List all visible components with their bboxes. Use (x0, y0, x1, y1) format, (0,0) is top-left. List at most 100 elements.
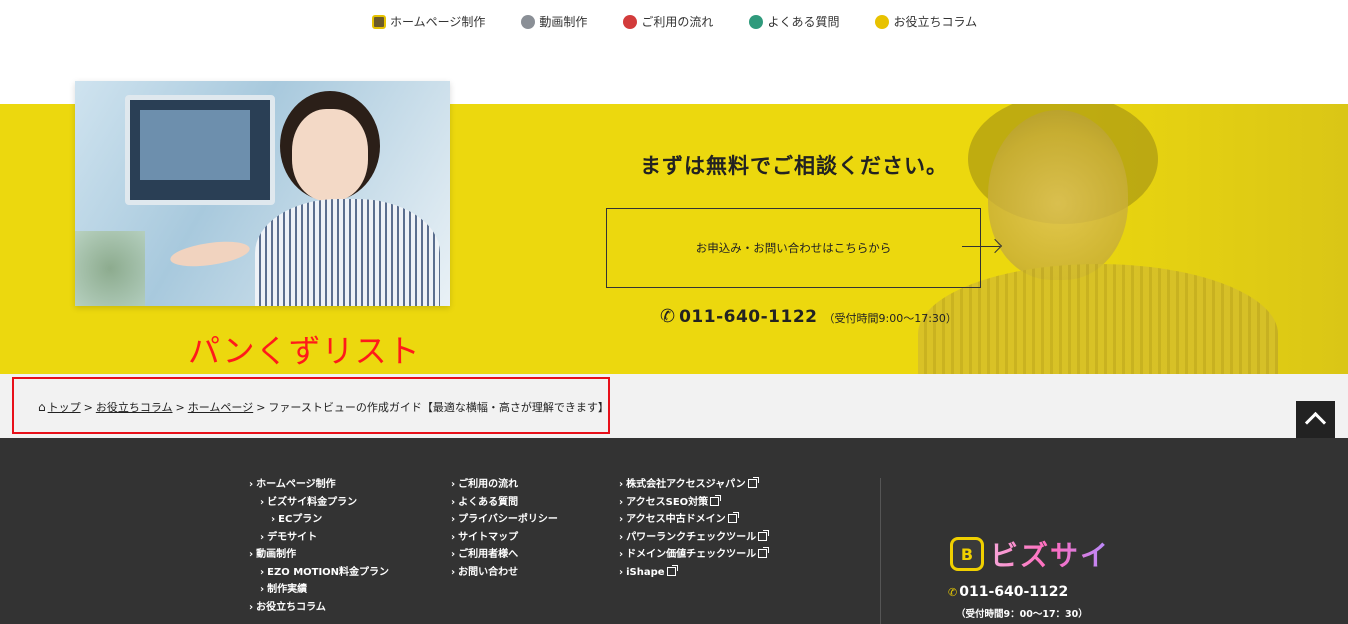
chevron-right-icon: › (619, 496, 624, 508)
footer-external-link[interactable]: › アクセス中古ドメイン (619, 511, 767, 529)
footer-link-label: よくある質問 (458, 496, 519, 508)
footer-link[interactable]: › ビズサイ料金プラン (249, 494, 389, 512)
footer-link[interactable]: › ホームページ制作 (249, 476, 389, 494)
footer-link[interactable]: › 制作実績 (249, 581, 389, 599)
external-link-icon (747, 477, 759, 488)
annotation-label: パンくずリスト (188, 332, 421, 370)
chevron-right-icon: › (619, 566, 624, 578)
nav-item-homepage[interactable]: ホームページ制作 (372, 13, 485, 30)
flow-icon (623, 14, 638, 29)
footer-external-link[interactable]: › パワーランクチェックツール (619, 529, 770, 547)
footer-phone[interactable]: ✆ 011-640-1122 (948, 584, 1068, 600)
nav-item-faq[interactable]: よくある質問 (749, 13, 839, 30)
footer-link[interactable]: › 動画制作 (249, 546, 389, 564)
phone-icon: ✆ (660, 306, 676, 327)
footer-external-link[interactable]: › ドメイン価値チェックツール (619, 546, 770, 564)
breadcrumb-separator: > (83, 400, 93, 414)
footer-external-link[interactable]: › アクセスSEO対策 (619, 494, 767, 512)
chevron-right-icon: › (260, 496, 265, 508)
back-to-top-button[interactable] (1296, 401, 1335, 438)
footer-link[interactable]: › サイトマップ (451, 529, 558, 547)
external-link-icon (758, 529, 770, 541)
chevron-right-icon: › (260, 584, 265, 595)
chevron-right-icon: › (451, 531, 456, 543)
chevron-right-icon: › (451, 496, 456, 508)
footer-link[interactable]: › ECプラン (249, 511, 389, 529)
reception-hours: （受付時間9:00～17:30） (823, 312, 957, 325)
nav-list: ホームページ制作 動画制作 ご利用の流れ よくある質問 お役立ちコラム (372, 13, 977, 30)
chevron-right-icon: › (619, 531, 624, 543)
chevron-right-icon: › (249, 479, 254, 490)
footer-link-label: アクセスSEO対策 (626, 496, 709, 508)
footer-link-label: お役立ちコラム (256, 601, 326, 613)
footer-info-list: › ご利用の流れ › よくある質問 › プライバシーポリシー › サイトマップ › ご利用者様へ ›… (451, 476, 558, 581)
footer-divider (880, 478, 881, 624)
footer-external-list: › 株式会社アクセスジャパン › アクセスSEO対策 › アクセス中古ドメイン › パワーラン… (619, 476, 770, 582)
bg-face-shape (988, 110, 1128, 280)
arrow-right-icon (962, 246, 1000, 247)
chevron-right-icon: › (451, 549, 456, 560)
home-icon: ⌂ (38, 400, 46, 414)
footer-link[interactable]: › デモサイト (249, 529, 389, 547)
footer-link[interactable]: › ご利用の流れ (451, 476, 558, 494)
footer-link[interactable]: › プライバシーポリシー (451, 511, 558, 529)
homepage-icon (372, 14, 386, 29)
chevron-right-icon: › (619, 479, 624, 490)
footer-link-label: お問い合わせ (458, 566, 519, 578)
footer-external-link[interactable]: › iShape (619, 564, 767, 582)
chevron-right-icon: › (249, 549, 254, 560)
footer-link-label: ECプラン (278, 514, 323, 525)
nav-item-video[interactable]: 動画制作 (521, 13, 587, 30)
footer-link[interactable]: › お役立ちコラム (249, 599, 389, 617)
breadcrumb: ⌂ トップ > お役立ちコラム > ホームページ > ファーストビューの作成ガイ… (38, 399, 609, 415)
footer-link-label: ご利用の流れ (458, 479, 519, 490)
footer-link[interactable]: › お問い合わせ (451, 564, 558, 582)
footer-hours: （受付時間9：00～17：30） (956, 609, 1088, 620)
chevron-right-icon: › (451, 514, 456, 525)
footer-link-label: サイトマップ (458, 531, 519, 543)
breadcrumb-top-link[interactable]: トップ (48, 399, 81, 415)
logo-badge: B (950, 537, 984, 571)
plant-shape (75, 231, 145, 306)
footer-services-list: › ホームページ制作 › ビズサイ料金プラン › ECプラン › デモサイト › 動画制作 › EZO… (249, 476, 389, 616)
footer-external-link[interactable]: › 株式会社アクセスジャパン (619, 476, 767, 494)
footer-link-label: 制作実績 (267, 584, 308, 595)
operator-face (292, 109, 368, 201)
footer: › ホームページ制作 › ビズサイ料金プラン › ECプラン › デモサイト › 動画制作 › EZO… (0, 438, 1348, 624)
footer-link-label: iShape (626, 566, 665, 578)
footer-link[interactable]: › よくある質問 (451, 494, 558, 512)
faq-icon (749, 14, 764, 29)
nav-label: ホームページ制作 (390, 15, 486, 29)
monitor-shape (125, 95, 275, 205)
footer-link-label: ドメイン価値チェックツール (626, 549, 757, 560)
footer-link-label: デモサイト (267, 531, 318, 543)
contact-button-label: お申込み・お問い合わせはこちらから (695, 241, 892, 255)
footer-link-label: 株式会社アクセスジャパン (626, 479, 746, 490)
chevron-right-icon: › (249, 601, 254, 613)
breadcrumb-current: ファーストビューの作成ガイド【最適な横幅・高さが理解できます】 (268, 401, 609, 414)
footer-link[interactable]: › EZO MOTION料金プラン (249, 564, 389, 582)
breadcrumb-separator: > (256, 400, 266, 414)
footer-link-label: プライバシーポリシー (458, 514, 558, 525)
footer-link-label: EZO MOTION料金プラン (267, 566, 390, 578)
external-link-icon (710, 494, 722, 506)
nav-label: お役立ちコラム (893, 15, 978, 29)
external-link-icon (666, 564, 678, 576)
phone-number: 011-640-1122 (679, 307, 818, 327)
nav-item-flow[interactable]: ご利用の流れ (623, 13, 713, 30)
footer-link-label: パワーランクチェックツール (626, 531, 757, 543)
external-link-icon (727, 512, 739, 523)
contact-button[interactable]: お申込み・お問い合わせはこちらから (606, 208, 981, 288)
nav-label: よくある質問 (767, 15, 840, 29)
column-icon (875, 14, 890, 29)
external-link-icon (758, 547, 770, 558)
chevron-right-icon: › (451, 479, 456, 490)
hero-heading: まずは無料でご相談ください。 (640, 154, 948, 178)
breadcrumb-category-link[interactable]: ホームページ (188, 399, 253, 415)
footer-link[interactable]: › ご利用者様へ (451, 546, 558, 564)
chevron-right-icon: › (451, 566, 456, 578)
bizsai-logo[interactable]: B ビズサイ (950, 534, 1110, 574)
hero-phone[interactable]: ✆ 011-640-1122 （受付時間9:00～17:30） (660, 306, 957, 327)
nav-item-column[interactable]: お役立ちコラム (875, 13, 977, 30)
breadcrumb-column-link[interactable]: お役立ちコラム (96, 399, 173, 415)
